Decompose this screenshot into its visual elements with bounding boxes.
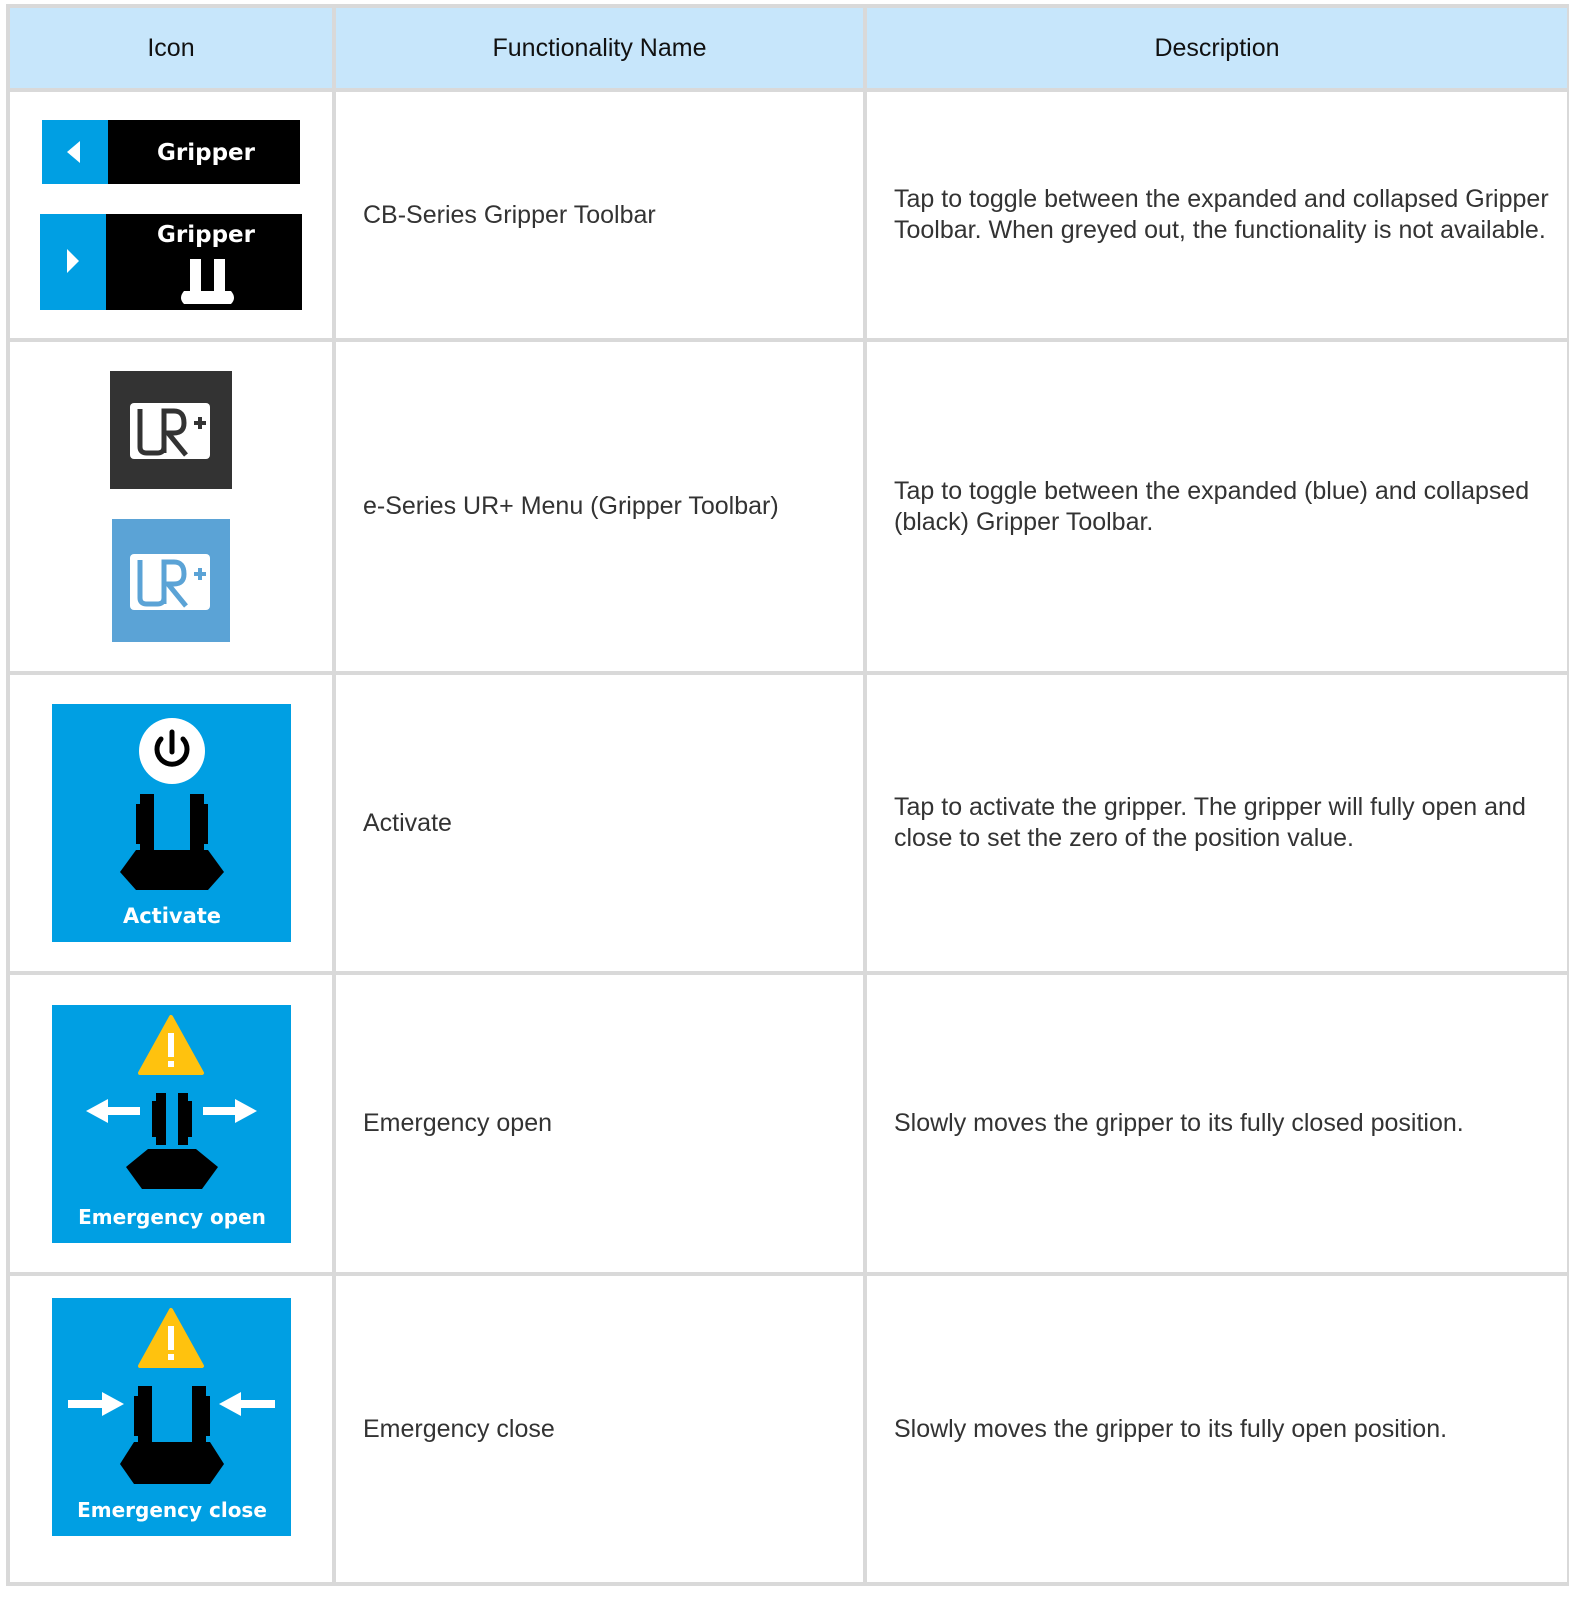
name-cell: e-Series UR+ Menu (Gripper Toolbar) (332, 338, 867, 675)
ur-plus-logo-dark (110, 371, 232, 489)
ur-plus-logo-blue (112, 519, 230, 642)
name-cell: CB-Series Gripper Toolbar (332, 88, 867, 342)
table-row: e-Series UR+ Menu (Gripper Toolbar) Tap … (6, 338, 1569, 675)
activate-label: Activate (122, 904, 220, 928)
name-cell: Activate (332, 671, 867, 975)
description-cell: Slowly moves the gripper to its fully op… (863, 1272, 1569, 1586)
power-icon (138, 718, 205, 784)
table-header-row: Icon Functionality Name Description (6, 4, 1569, 92)
functionality-table: Icon Functionality Name Description Grip… (6, 4, 1569, 1586)
gripper-toolbar-collapsed-icon: Gripper (42, 120, 300, 184)
emergency-close-label: Emergency close (77, 1498, 267, 1522)
icon-cell: Gripper Gripper (6, 88, 336, 342)
header-description: Description (863, 4, 1569, 92)
header-functionality-name: Functionality Name (332, 4, 867, 92)
toolbar-label: Gripper (157, 140, 256, 166)
icon-cell: Activate (6, 671, 336, 975)
toolbar-label: Gripper (157, 222, 256, 248)
description-cell: Tap to activate the gripper. The gripper… (863, 671, 1569, 975)
emergency-open-label: Emergency open (78, 1205, 266, 1229)
icon-cell: Emergency close (6, 1272, 336, 1586)
header-icon: Icon (6, 4, 336, 92)
emergency-open-button-icon: Emergency open (51, 1004, 291, 1243)
icon-cell (6, 338, 336, 675)
table-row: Emergency close Emergency close Slowly m… (6, 1272, 1569, 1586)
name-cell: Emergency open (332, 971, 867, 1276)
icon-cell: Emergency open (6, 971, 336, 1276)
description-cell: Tap to toggle between the expanded (blue… (863, 338, 1569, 675)
activate-button-icon: Activate (51, 704, 291, 942)
description-cell: Slowly moves the gripper to its fully cl… (863, 971, 1569, 1276)
table-row: Activate Activate Tap to activate the gr… (6, 671, 1569, 975)
description-cell: Tap to toggle between the expanded and c… (863, 88, 1569, 342)
gripper-toolbar-expanded-icon: Gripper (40, 214, 302, 310)
emergency-close-button-icon: Emergency close (51, 1298, 291, 1536)
table-row: Emergency open Emergency open Slowly mov… (6, 971, 1569, 1276)
name-cell: Emergency close (332, 1272, 867, 1586)
table-row: Gripper Gripper CB-Series Gripper Toolba… (6, 88, 1569, 342)
